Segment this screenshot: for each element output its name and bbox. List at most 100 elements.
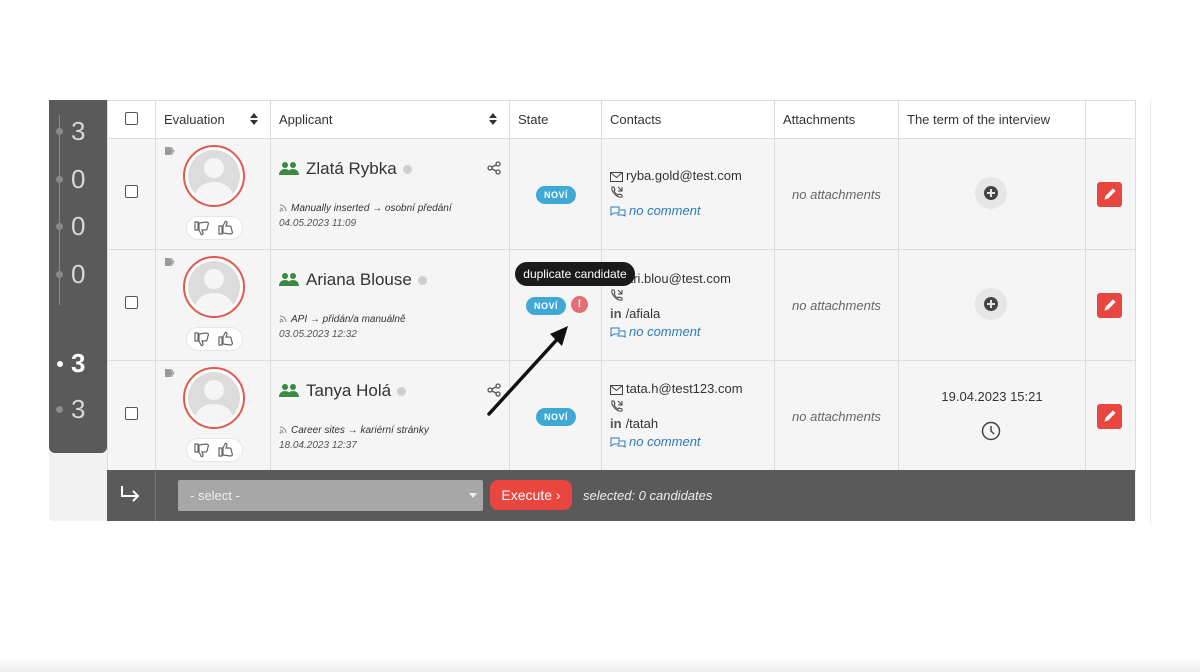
- stage-counter[interactable]: 0: [49, 207, 107, 247]
- add-interview-button[interactable]: [975, 177, 1007, 209]
- column-header-evaluation[interactable]: Evaluation: [155, 100, 271, 139]
- tag-icon[interactable]: [165, 147, 175, 155]
- thumbs-up-icon[interactable]: [217, 442, 235, 458]
- actions-cell: [1085, 360, 1136, 472]
- created-date: 03.05.2023 12:32: [279, 329, 357, 340]
- comment-icon: [610, 437, 626, 448]
- phone-line[interactable]: [610, 398, 626, 413]
- share-icon[interactable]: [487, 161, 501, 175]
- comment-line[interactable]: no comment: [610, 324, 701, 339]
- applicant-name[interactable]: Ariana Blouse: [306, 270, 427, 290]
- comment-icon: [610, 206, 626, 217]
- add-interview-button[interactable]: [975, 288, 1007, 320]
- thumbs-down-icon[interactable]: [193, 220, 211, 236]
- phone-line[interactable]: [610, 287, 626, 302]
- stage-counter[interactable]: 3: [49, 112, 107, 152]
- comment-text: no comment: [629, 203, 701, 218]
- rating-thumbs: [186, 438, 243, 462]
- linkedin-line[interactable]: in/afiala: [610, 306, 660, 321]
- select-all-checkbox[interactable]: [125, 111, 138, 125]
- comment-icon: [610, 327, 626, 338]
- thumbs-up-icon[interactable]: [217, 220, 235, 236]
- applicant-name[interactable]: Tanya Holá: [306, 381, 407, 401]
- row-select-cell: [107, 138, 156, 250]
- created-date: 18.04.2023 12:37: [279, 440, 357, 451]
- evaluation-cell: [155, 249, 271, 361]
- pencil-icon: [1104, 188, 1116, 200]
- edit-button[interactable]: [1097, 293, 1122, 318]
- bulk-action-select[interactable]: - select -: [178, 480, 483, 511]
- tag-icon[interactable]: [165, 258, 175, 266]
- state-cell: NOVÍ: [509, 138, 602, 250]
- stage-dot: [56, 271, 63, 278]
- stage-dot: [57, 361, 63, 367]
- interview-date[interactable]: 19.04.2023 15:21: [899, 389, 1085, 404]
- row-checkbox[interactable]: [125, 407, 138, 420]
- edit-button[interactable]: [1097, 404, 1122, 429]
- applicant-name-text: Tanya Holá: [306, 381, 392, 400]
- avatar[interactable]: [183, 367, 245, 429]
- email-line[interactable]: ryba.gold@test.com: [610, 168, 742, 183]
- sort-icon[interactable]: [489, 113, 497, 125]
- stage-counter-active[interactable]: 3: [49, 344, 107, 384]
- avatar[interactable]: [183, 145, 245, 207]
- thumbs-down-icon[interactable]: [193, 442, 211, 458]
- stage-dot: [56, 128, 63, 135]
- attachments-text: no attachments: [774, 360, 899, 472]
- clock-icon[interactable]: [981, 421, 1001, 441]
- row-select-cell: [107, 360, 156, 472]
- duplicate-tooltip: duplicate candidate: [515, 262, 635, 286]
- source-line: Manually inserted → osobní předání: [279, 203, 452, 214]
- people-icon: [279, 273, 299, 286]
- rating-thumbs: [186, 327, 243, 351]
- interview-cell: 19.04.2023 15:21: [898, 360, 1086, 472]
- rss-icon: [279, 204, 287, 212]
- stage-counter[interactable]: 0: [49, 255, 107, 295]
- thumbs-down-icon[interactable]: [193, 331, 211, 347]
- column-header-applicant[interactable]: Applicant: [270, 100, 510, 139]
- comment-line[interactable]: no comment: [610, 434, 701, 449]
- sort-icon[interactable]: [250, 113, 258, 125]
- column-label: Contacts: [610, 112, 662, 127]
- stage-count: 0: [71, 259, 86, 289]
- linkedin-line[interactable]: in/tatah: [610, 416, 658, 431]
- applicant-name[interactable]: Zlatá Rybka: [306, 159, 412, 179]
- state-badge[interactable]: NOVÍ: [536, 186, 577, 204]
- row-checkbox[interactable]: [125, 185, 138, 198]
- column-header-attachments: Attachments: [774, 100, 899, 139]
- table-header: Evaluation Applicant State Contacts Atta…: [107, 100, 1136, 139]
- row-checkbox[interactable]: [125, 296, 138, 309]
- applicant-cell: Zlatá Rybka Manually inserted → osobní p…: [270, 138, 510, 250]
- email-line[interactable]: tata.h@test123.com: [610, 381, 743, 396]
- avatar[interactable]: [183, 256, 245, 318]
- created-date: 04.05.2023 11:09: [279, 218, 357, 229]
- table-row: Zlatá Rybka Manually inserted → osobní p…: [107, 138, 1136, 250]
- source-line: Career sites → kariérní stránky: [279, 425, 429, 436]
- comment-line[interactable]: no comment: [610, 203, 701, 218]
- column-label: Attachments: [783, 112, 856, 127]
- contacts-cell: tata.h@test123.com in/tatah no comment: [601, 360, 775, 472]
- phone-line[interactable]: [610, 184, 626, 199]
- stage-counter[interactable]: 3: [49, 390, 107, 430]
- phone-icon: [611, 400, 623, 412]
- source-text: API → přidán/a manuálně: [291, 314, 406, 325]
- rss-icon: [279, 315, 287, 323]
- stage-counter[interactable]: 0: [49, 160, 107, 200]
- source-text: Career sites → kariérní stránky: [291, 425, 429, 436]
- bulk-action-bar: - select - Execute › selected: 0 candida…: [107, 470, 1135, 521]
- page-bottom-shadow: [0, 658, 1200, 672]
- phone-icon: [611, 186, 623, 198]
- linkedin-text: /tatah: [625, 416, 659, 431]
- state-badge[interactable]: NOVÍ: [526, 297, 567, 315]
- rating-thumbs: [186, 216, 243, 240]
- tag-icon[interactable]: [165, 369, 175, 377]
- actions-cell: [1085, 138, 1136, 250]
- stage-counter-rail: 3 0 0 0 3 3: [49, 100, 107, 453]
- duplicate-warning-icon[interactable]: !: [571, 296, 589, 314]
- interview-cell: [898, 249, 1086, 361]
- execute-button[interactable]: Execute ›: [490, 480, 572, 510]
- stage-count: 0: [71, 211, 86, 241]
- thumbs-up-icon[interactable]: [217, 331, 235, 347]
- edit-button[interactable]: [1097, 182, 1122, 207]
- mail-icon: [610, 171, 623, 182]
